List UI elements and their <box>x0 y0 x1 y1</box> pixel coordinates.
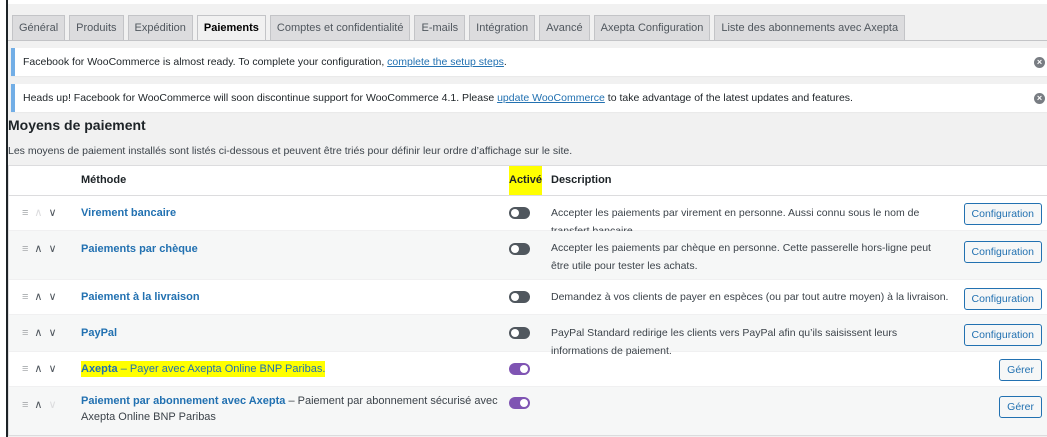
table-header: Méthode Activé Description <box>9 166 1047 196</box>
configuration-button[interactable]: Configuration <box>963 288 1042 310</box>
enable-toggle[interactable] <box>509 397 530 409</box>
section-intro: Les moyens de paiement installés sont li… <box>8 145 573 157</box>
enable-toggle[interactable] <box>509 243 530 255</box>
settings-tabs: Général Produits Expédition Paiements Co… <box>12 15 906 41</box>
dismiss-icon[interactable]: × <box>1034 93 1045 104</box>
method-name-link[interactable]: PayPal <box>81 325 117 341</box>
move-down-icon[interactable]: ∨ <box>48 363 62 375</box>
sort-controls: ≡∧∨ <box>22 242 63 255</box>
facebook-setup-notice: Facebook for WooCommerce is almost ready… <box>11 48 1047 76</box>
tab-avance[interactable]: Avancé <box>539 15 590 40</box>
method-name-link[interactable]: Paiements par chèque <box>81 241 198 257</box>
tab-paiements[interactable]: Paiements <box>196 15 266 41</box>
dismiss-icon[interactable]: × <box>1034 57 1045 68</box>
move-down-icon[interactable]: ∨ <box>48 291 62 303</box>
facebook-support-notice: Heads up! Facebook for WooCommerce will … <box>11 84 1047 112</box>
configuration-button[interactable]: Configuration <box>963 241 1042 263</box>
sort-controls: ≡∧∨ <box>22 362 63 375</box>
table-row: ≡∧∨ Virement bancaire Accepter les paiem… <box>9 196 1047 237</box>
move-up-icon[interactable]: ∧ <box>34 243 48 255</box>
column-method: Méthode <box>81 174 127 186</box>
drag-handle-icon[interactable]: ≡ <box>22 207 34 219</box>
move-up-icon[interactable]: ∧ <box>34 207 48 219</box>
move-down-icon[interactable]: ∨ <box>48 399 62 411</box>
enable-toggle[interactable] <box>509 363 530 375</box>
column-description: Description <box>551 174 612 186</box>
notice-text: Heads up! Facebook for WooCommerce will … <box>23 92 853 104</box>
drag-handle-icon[interactable]: ≡ <box>22 243 34 255</box>
table-row: ≡∧∨ Axepta – Payer avec Axepta Online BN… <box>9 352 1047 387</box>
drag-handle-icon[interactable]: ≡ <box>22 399 34 411</box>
drag-handle-icon[interactable]: ≡ <box>22 327 34 339</box>
tab-axepta-subscriptions[interactable]: Liste des abonnements avec Axepta <box>714 15 906 40</box>
sort-controls: ≡∧∨ <box>22 290 63 303</box>
table-row: ≡∧∨ Paiement à la livraison Demandez à v… <box>9 280 1047 315</box>
method-description: Demandez à vos clients de payer en espèc… <box>551 291 949 303</box>
table-row: ≡∧∨ Paiements par chèque Accepter les pa… <box>9 231 1047 280</box>
update-woocommerce-link[interactable]: update WooCommerce <box>497 92 605 104</box>
method-name-link[interactable]: Paiement à la livraison <box>81 289 200 305</box>
sort-controls: ≡∧∨ <box>22 398 63 411</box>
manage-button[interactable]: Gérer <box>999 359 1042 381</box>
method-name-link[interactable]: Paiement par abonnement avec Axepta – Pa… <box>81 393 501 425</box>
move-down-icon[interactable]: ∨ <box>48 243 62 255</box>
move-down-icon[interactable]: ∨ <box>48 327 62 339</box>
complete-setup-link[interactable]: complete the setup steps <box>387 56 504 68</box>
settings-page: Général Produits Expédition Paiements Co… <box>8 4 1047 437</box>
enable-toggle[interactable] <box>509 207 530 219</box>
move-up-icon[interactable]: ∧ <box>34 399 48 411</box>
move-up-icon[interactable]: ∧ <box>34 327 48 339</box>
move-up-icon[interactable]: ∧ <box>34 291 48 303</box>
page-title: Moyens de paiement <box>8 117 146 133</box>
tab-general[interactable]: Général <box>12 15 66 40</box>
column-active: Activé <box>509 166 543 195</box>
tab-produits[interactable]: Produits <box>69 15 124 40</box>
tab-integration[interactable]: Intégration <box>469 15 536 40</box>
notice-text: Facebook for WooCommerce is almost ready… <box>23 56 507 68</box>
move-down-icon[interactable]: ∨ <box>48 207 62 219</box>
move-up-icon[interactable]: ∧ <box>34 363 48 375</box>
table-row: ≡∧∨ Paiement par abonnement avec Axepta … <box>9 387 1047 435</box>
method-name-link[interactable]: Axepta – Payer avec Axepta Online BNP Pa… <box>81 361 326 377</box>
table-row: ≡∧∨ PayPal PayPal Standard redirige les … <box>9 315 1047 357</box>
payment-methods-table: Méthode Activé Description ≡∧∨ Virement … <box>8 165 1047 436</box>
tab-axepta-configuration[interactable]: Axepta Configuration <box>593 15 711 40</box>
tab-comptes[interactable]: Comptes et confidentialité <box>269 15 411 40</box>
tabs-divider <box>8 40 1047 41</box>
configuration-button[interactable]: Configuration <box>963 324 1042 346</box>
tab-emails[interactable]: E-mails <box>414 15 466 40</box>
manage-button[interactable]: Gérer <box>999 396 1042 418</box>
enable-toggle[interactable] <box>509 291 530 303</box>
enable-toggle[interactable] <box>509 327 530 339</box>
method-description: Accepter les paiements par chèque en per… <box>551 242 931 272</box>
drag-handle-icon[interactable]: ≡ <box>22 363 34 375</box>
configuration-button[interactable]: Configuration <box>963 203 1042 225</box>
sort-controls: ≡∧∨ <box>22 326 63 339</box>
drag-handle-icon[interactable]: ≡ <box>22 291 34 303</box>
sort-controls: ≡∧∨ <box>22 206 63 219</box>
tab-expedition[interactable]: Expédition <box>127 15 193 40</box>
method-name-link[interactable]: Virement bancaire <box>81 205 176 221</box>
